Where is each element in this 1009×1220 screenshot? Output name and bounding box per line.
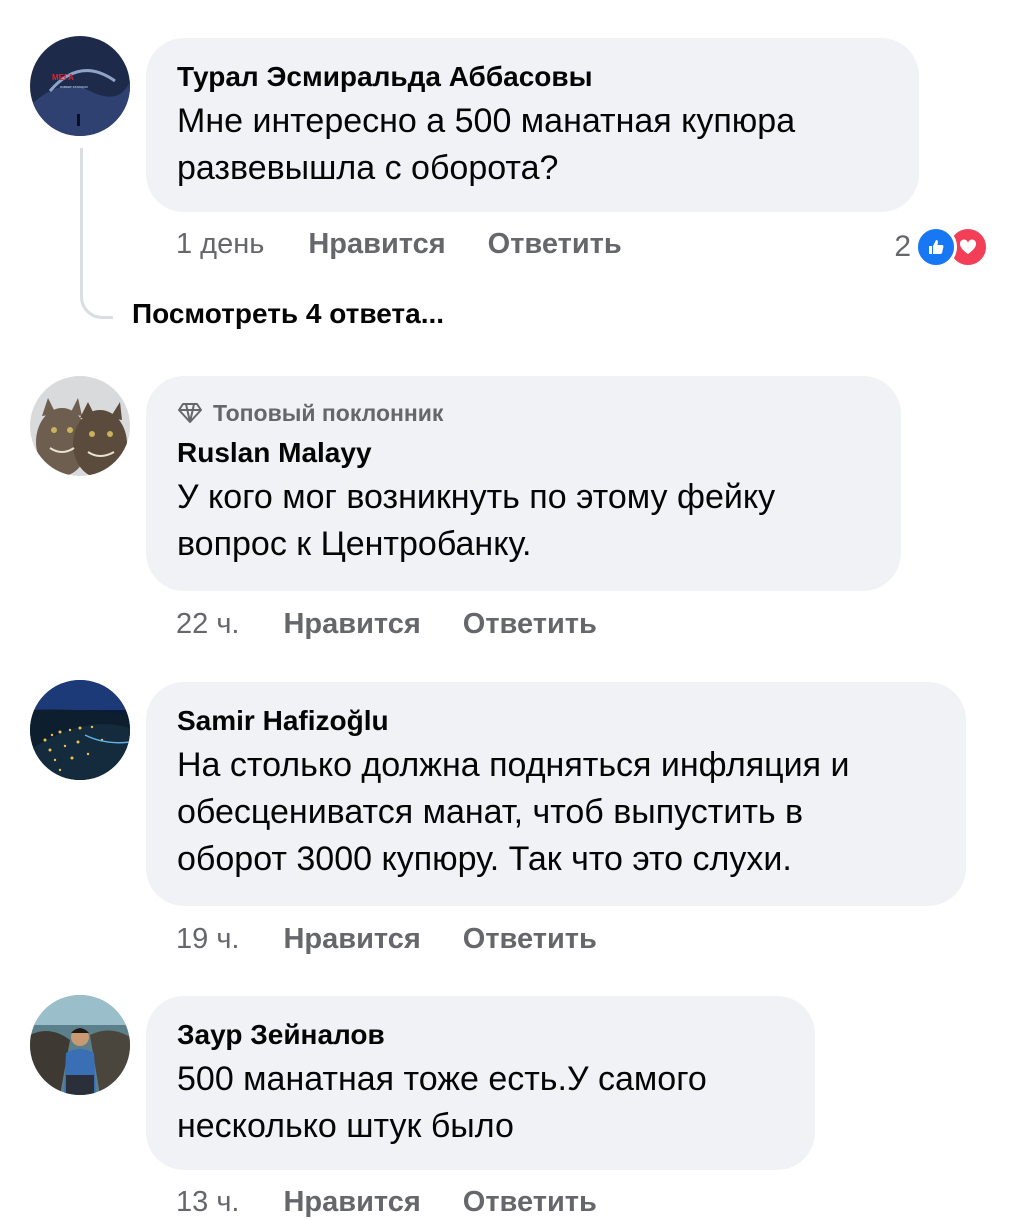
comment-text: 500 манатная тоже есть.У самого нескольк… bbox=[177, 1056, 785, 1150]
comment-text-line: развевышла с оборота? bbox=[177, 149, 559, 187]
comment-text-line: 500 манатная тоже есть.У самого bbox=[177, 1060, 707, 1098]
comment-bubble: Samir Hafizoğlu На столько должна поднят… bbox=[146, 682, 966, 906]
comment-actions: 1 день Нравится Ответить bbox=[176, 226, 664, 262]
avatar-image bbox=[30, 995, 130, 1095]
avatar-image bbox=[30, 680, 130, 780]
comment-text-line: оборот 3000 купюру. Так что это слухи. bbox=[177, 840, 792, 878]
comment-author[interactable]: Турал Эсмиральда Аббасовы bbox=[177, 60, 889, 94]
avatar-logo-sub: новые станции bbox=[60, 84, 88, 89]
avatar[interactable] bbox=[30, 376, 130, 476]
reply-button[interactable]: Ответить bbox=[463, 921, 597, 957]
badge-label: Топовый поклонник bbox=[213, 400, 444, 426]
comment-text: На столько должна подняться инфляция и о… bbox=[177, 742, 936, 883]
comment-actions: 22 ч. Нравится Ответить bbox=[176, 606, 639, 642]
top-fan-badge: Топовый поклонник bbox=[177, 398, 871, 428]
avatar[interactable]: МЕГА новые станции bbox=[30, 36, 130, 136]
comment-text-line: Мне интересно а 500 манатная купюра bbox=[177, 102, 796, 140]
reactions-summary[interactable]: 2 bbox=[894, 226, 989, 268]
comment-author[interactable]: Заур Зейналов bbox=[177, 1018, 785, 1052]
avatar-logo-text: МЕГА bbox=[52, 73, 74, 82]
comment-bubble: Топовый поклонник Ruslan Malayy У кого м… bbox=[146, 376, 901, 591]
like-button[interactable]: Нравится bbox=[283, 606, 420, 642]
comment-text-line: На столько должна подняться инфляция и bbox=[177, 746, 850, 784]
comment-actions: 19 ч. Нравится Ответить bbox=[176, 921, 639, 957]
comment-bubble: Заур Зейналов 500 манатная тоже есть.У с… bbox=[146, 996, 815, 1170]
like-icon bbox=[915, 226, 957, 268]
comment-actions: 13 ч. Нравится Ответить bbox=[176, 1184, 639, 1220]
comment-author[interactable]: Ruslan Malayy bbox=[177, 436, 871, 470]
view-replies-link[interactable]: Посмотреть 4 ответа... bbox=[132, 298, 444, 330]
avatar-image bbox=[30, 376, 130, 476]
comment-text-line: вопрос к Центробанку. bbox=[177, 525, 532, 563]
comment-bubble: Турал Эсмиральда Аббасовы Мне интересно … bbox=[146, 38, 919, 212]
avatar[interactable] bbox=[30, 680, 130, 780]
avatar[interactable] bbox=[30, 995, 130, 1095]
comment-text-line: обесцениватся манат, чтоб выпустить в bbox=[177, 793, 804, 831]
reply-button[interactable]: Ответить bbox=[463, 606, 597, 642]
comment-time[interactable]: 19 ч. bbox=[176, 921, 239, 957]
like-button[interactable]: Нравится bbox=[308, 226, 445, 262]
avatar-image: МЕГА новые станции bbox=[30, 36, 130, 136]
comment-time[interactable]: 1 день bbox=[176, 226, 264, 262]
comment-text: У кого мог возникнуть по этому фейку воп… bbox=[177, 474, 871, 568]
thread-connector bbox=[80, 148, 113, 319]
reply-button[interactable]: Ответить bbox=[488, 226, 622, 262]
comment-text-line: несколько штук было bbox=[177, 1107, 514, 1145]
comment-text-line: У кого мог возникнуть по этому фейку bbox=[177, 478, 776, 516]
comment-time[interactable]: 13 ч. bbox=[176, 1184, 239, 1220]
like-button[interactable]: Нравится bbox=[283, 921, 420, 957]
reply-button[interactable]: Ответить bbox=[463, 1184, 597, 1220]
reaction-count: 2 bbox=[894, 230, 911, 263]
comment-text: Мне интересно а 500 манатная купюра разв… bbox=[177, 98, 889, 192]
like-button[interactable]: Нравится bbox=[283, 1184, 420, 1220]
comment-time[interactable]: 22 ч. bbox=[176, 606, 239, 642]
comment-author[interactable]: Samir Hafizoğlu bbox=[177, 704, 936, 738]
diamond-icon bbox=[178, 403, 202, 423]
